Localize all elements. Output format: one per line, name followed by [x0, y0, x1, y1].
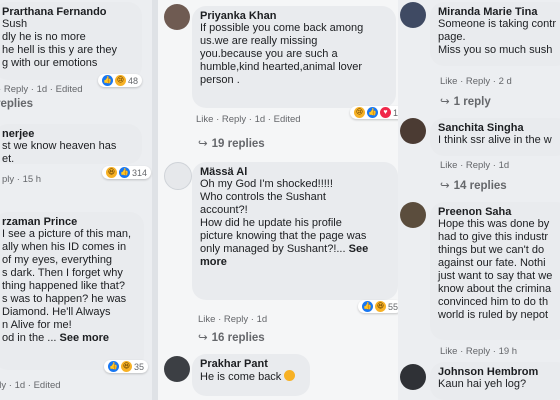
- comment-actions[interactable]: ply · 1d · Edited: [0, 380, 61, 391]
- see-more-link[interactable]: See more: [60, 332, 110, 344]
- comment-text: Someone is taking contr page. Miss you s…: [438, 18, 557, 56]
- like-reaction-icon: 👍: [102, 75, 113, 86]
- reaction-summary[interactable]: 👍 😢 48: [98, 74, 143, 87]
- author-name[interactable]: Mässä Al: [200, 166, 390, 178]
- view-replies-link[interactable]: ↪ 14 replies: [440, 178, 507, 192]
- reply-arrow-icon: ↪: [440, 96, 450, 108]
- author-name[interactable]: rzaman Prince: [2, 216, 136, 228]
- comment-text: Oh my God I'm shocked!!!!! Who controls …: [200, 178, 369, 268]
- comment-bubble: nerjee st we know heaven has et.: [0, 124, 142, 164]
- view-replies-link[interactable]: ↪ 16 replies: [198, 330, 265, 344]
- author-name[interactable]: Prarthana Fernando: [2, 6, 107, 18]
- author-name[interactable]: Miranda Marie Tina: [438, 6, 560, 18]
- reaction-summary[interactable]: 👍 😆 55: [358, 300, 403, 313]
- sad-reaction-icon: 😢: [115, 75, 126, 86]
- comment-actions[interactable]: Like · Reply · 2 d: [440, 76, 512, 87]
- comment-bubble: Sanchita Singha I think ssr alive in the…: [430, 118, 560, 156]
- reaction-count: 35: [134, 361, 145, 372]
- haha-reaction-icon: 😆: [106, 167, 117, 178]
- view-replies-link[interactable]: replies: [0, 98, 33, 110]
- comment-bubble: Prarthana Fernando Sush dly he is no mor…: [0, 2, 142, 80]
- like-reaction-icon: 👍: [362, 301, 373, 312]
- screenshot-panel-left: Prarthana Fernando Sush dly he is no mor…: [0, 0, 152, 400]
- author-name[interactable]: Prakhar Pant: [200, 358, 302, 370]
- see-more-link[interactable]: See: [349, 243, 369, 255]
- haha-reaction-icon: 😆: [375, 301, 386, 312]
- comment-text: Kaun hai yeh log?: [438, 378, 527, 390]
- avatar[interactable]: [400, 2, 426, 28]
- avatar[interactable]: [164, 356, 190, 382]
- comment-text: Hope this was done by had to give this i…: [438, 218, 553, 321]
- comment-actions[interactable]: Like · Reply · 1d: [440, 160, 509, 171]
- reaction-summary[interactable]: 😆 👍 314: [102, 166, 152, 179]
- reaction-count: 48: [128, 75, 139, 86]
- screenshot-panel-right: Miranda Marie Tina Someone is taking con…: [398, 0, 560, 400]
- like-reaction-icon: 👍: [367, 107, 378, 118]
- author-name[interactable]: Preenon Saha: [438, 206, 560, 218]
- comment-actions[interactable]: Like · Reply · 1d · Edited: [0, 84, 83, 95]
- comment-bubble: Johnson Hembrom Kaun hai yeh log?: [430, 362, 560, 400]
- comment-bubble: rzaman Prince I see a picture of this ma…: [0, 212, 144, 370]
- sad-reaction-icon: 😢: [354, 107, 365, 118]
- view-replies-link[interactable]: ↪ 1 reply: [440, 94, 491, 108]
- reaction-summary[interactable]: 👍 😆 35: [104, 360, 149, 373]
- screenshot-panel-middle: Priyanka Khan If possible you come back …: [158, 0, 413, 400]
- reply-arrow-icon: ↪: [198, 332, 208, 344]
- comment-text: If possible you come back among us.we ar…: [200, 22, 364, 86]
- like-reaction-icon: 👍: [119, 167, 130, 178]
- reply-arrow-icon: ↪: [440, 180, 450, 192]
- avatar[interactable]: [400, 364, 426, 390]
- avatar[interactable]: [164, 162, 192, 190]
- comment-text: st we know heaven has et.: [2, 140, 117, 164]
- author-name[interactable]: Priyanka Khan: [200, 10, 388, 22]
- reaction-count: 55: [388, 301, 399, 312]
- comment-actions[interactable]: Like · Reply · 1d · Edited: [196, 114, 301, 125]
- reply-arrow-icon: ↪: [198, 138, 208, 150]
- comment-text: He is come back: [200, 370, 302, 384]
- author-name[interactable]: nerjee: [2, 128, 134, 140]
- author-name[interactable]: Johnson Hembrom: [438, 366, 560, 378]
- flexed-biceps-emoji-icon: [284, 370, 296, 381]
- see-more-link[interactable]: more: [200, 256, 227, 268]
- comment-author[interactable]: Prarthana Fernando: [2, 6, 134, 18]
- comment-actions[interactable]: ply · 15 h: [2, 174, 41, 185]
- avatar[interactable]: [400, 202, 426, 228]
- reaction-count: 314: [132, 167, 148, 178]
- comment-bubble: Priyanka Khan If possible you come back …: [192, 6, 396, 108]
- like-reaction-icon: 👍: [108, 361, 119, 372]
- comment-bubble: Miranda Marie Tina Someone is taking con…: [430, 2, 560, 66]
- view-replies-link[interactable]: ↪ 19 replies: [198, 136, 265, 150]
- comment-text: Sush dly he is no more he hell is this y…: [2, 18, 117, 69]
- comment-bubble: Preenon Saha Hope this was done by had t…: [430, 202, 560, 340]
- love-reaction-icon: ♥: [380, 107, 391, 118]
- avatar[interactable]: [164, 4, 190, 30]
- haha-reaction-icon: 😆: [121, 361, 132, 372]
- comment-bubble: Mässä Al Oh my God I'm shocked!!!!! Who …: [192, 162, 398, 300]
- comment-actions[interactable]: Like · Reply · 19 h: [440, 346, 517, 357]
- comment-actions[interactable]: Like · Reply · 1d: [198, 314, 267, 325]
- comment-text: I see a picture of this man, ally when h…: [2, 228, 132, 344]
- author-name[interactable]: Sanchita Singha: [438, 122, 560, 134]
- avatar[interactable]: [400, 118, 426, 144]
- comment-bubble: Prakhar Pant He is come back: [192, 354, 310, 396]
- comment-text: I think ssr alive in the w: [438, 134, 552, 146]
